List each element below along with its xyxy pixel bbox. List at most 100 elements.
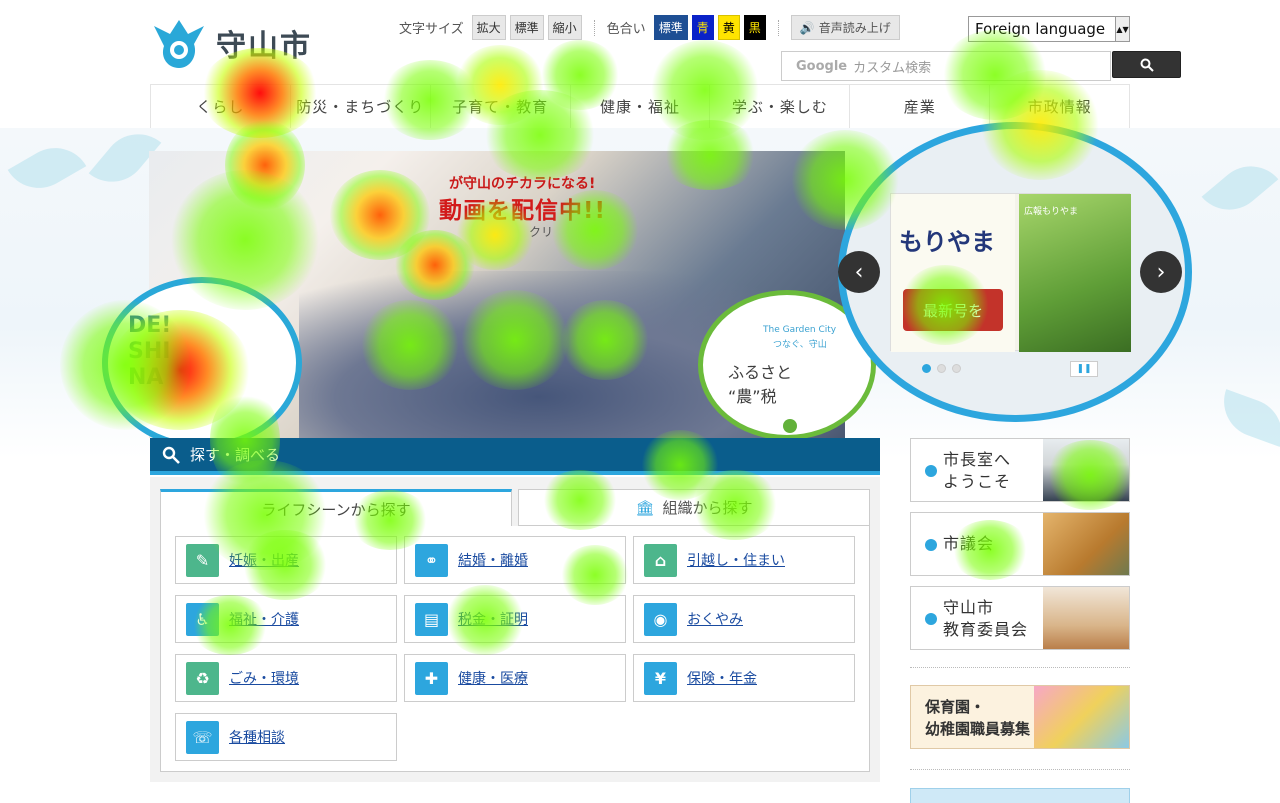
card-link[interactable]: 各種相談 [229,727,285,747]
card-link[interactable]: おくやみ [687,609,743,629]
card-link[interactable]: 引越し・住まい [687,550,785,570]
recruit-banner[interactable]: 保育園・ 幼稚園職員募集 [910,685,1130,749]
slider-dots [922,364,961,373]
language-select-value: Foreign language [975,20,1106,38]
consultation-icon: ☏ [186,720,219,754]
card-link[interactable]: 保険・年金 [687,668,757,688]
card-insurance[interactable]: ¥ 保険・年金 [633,654,855,702]
slider-pause-button[interactable]: ❚❚ [1070,361,1098,377]
council-banner[interactable]: 市議会 [910,512,1130,576]
hero-subtitle: クリ [529,225,554,239]
chevron-down-icon: ▲▼ [1115,17,1129,41]
card-welfare[interactable]: ♿ 福祉・介護 [175,595,397,643]
couple-icon: ⚭ [415,543,448,577]
language-select[interactable]: Foreign language ▲▼ [968,16,1130,42]
card-link[interactable]: 妊娠・出産 [229,550,299,570]
color-yellow-button[interactable]: 黄 [717,15,740,40]
house-icon: ⌂ [644,543,677,577]
card-health[interactable]: ✚ 健康・医療 [404,654,626,702]
tab-label: 組織から探す [662,499,753,517]
chevron-right-icon: › [1156,259,1166,285]
card-link[interactable]: 税金・証明 [458,609,528,629]
card-marriage[interactable]: ⚭ 結婚・離婚 [404,536,626,584]
voice-reader-label: 音声読み上げ [818,21,891,35]
slider-prev-button[interactable]: ‹ [838,251,880,293]
campaign-text-line: DE! [128,313,172,338]
chevron-left-icon: ‹ [854,259,864,285]
global-nav: くらし 防災・まちづくり 子育て・教育 健康・福祉 学ぶ・楽しむ 産業 市政情報 [150,84,1131,128]
organization-icon: 🏛 [635,498,655,517]
find-section-title: 探す・調べる [190,446,281,464]
search-icon [162,446,180,464]
mayor-banner[interactable]: 市長室へ ようこそ [910,438,1130,502]
education-board-banner[interactable]: 守山市 教育委員会 [910,586,1130,650]
campaign-circle-banner[interactable]: DE! SHI NA [102,277,302,449]
search-icon [1140,58,1154,72]
campaign-text-line: SHI [128,339,171,364]
slider-dot[interactable] [952,364,961,373]
voice-reader-button[interactable]: 🔊 音声読み上げ [790,15,900,40]
card-bereavement[interactable]: ◉ おくやみ [633,595,855,643]
classroom-photo [1043,587,1129,649]
children-photo [1034,686,1129,748]
play-icon [925,613,937,625]
card-garbage[interactable]: ♻ ごみ・環境 [175,654,397,702]
recruit-banner-text: 保育園・ 幼稚園職員募集 [925,698,1031,738]
tab-life-scene[interactable]: ライフシーンから探す [160,489,512,527]
nav-item-childcare[interactable]: 子育て・教育 [429,85,570,128]
council-photo [1043,513,1129,575]
card-link[interactable]: ごみ・環境 [229,668,299,688]
card-link[interactable]: 福祉・介護 [229,609,299,629]
color-blue-button[interactable]: 青 [691,15,714,40]
search-button[interactable] [1112,51,1181,78]
campaign-text-line: NA [128,365,164,390]
info-banner[interactable] [910,788,1130,803]
color-black-button[interactable]: 黒 [743,15,766,40]
card-moving[interactable]: ⌂ 引越し・住まい [633,536,855,584]
hero-tagline: が守山のチカラになる! [449,176,596,192]
nav-item-living[interactable]: くらし [150,85,290,128]
site-name: 守山市 [216,29,312,64]
tab-label: ライフシーンから探す [261,501,411,519]
portrait-icon: ◉ [644,602,677,636]
tab-organization[interactable]: 🏛 組織から探す [518,489,870,526]
nav-item-learning[interactable]: 学ぶ・楽しむ [709,85,849,128]
slider-dot[interactable] [937,364,946,373]
hero-title: 動画を配信中!! [439,198,606,224]
play-icon [783,419,797,433]
garden-city-sub: つなぐ、守山 [773,340,827,350]
education-banner-text: 守山市 教育委員会 [943,598,1029,639]
slider-slide[interactable]: もりやま 最新号を 広報もりやま [890,193,1131,352]
document-icon: ▤ [415,602,448,636]
search-input[interactable]: Google カスタム検索 [781,51,1111,81]
nav-item-disaster[interactable]: 防災・まちづくり [289,85,430,128]
text-size-large-button[interactable]: 拡大 [471,15,506,40]
furusato-title-2: “農”税 [728,387,777,406]
card-tax[interactable]: ▤ 税金・証明 [404,595,626,643]
site-logo[interactable]: 守山市 [150,16,312,70]
mayor-banner-text: 市長室へ ようこそ [943,450,1012,491]
card-link[interactable]: 結婚・離婚 [458,550,528,570]
mayor-photo [1043,439,1129,501]
slide-cover-left: もりやま 最新号を [891,194,1015,352]
wheelchair-icon: ♿ [186,602,219,636]
nav-item-health[interactable]: 健康・福祉 [569,85,710,128]
color-standard-button[interactable]: 標準 [653,15,688,40]
latest-issue-button[interactable]: 最新号を [903,289,1003,331]
card-link[interactable]: 健康・医療 [458,668,528,688]
city-emblem-icon [154,20,204,68]
search-placeholder: カスタム検索 [853,60,932,76]
text-size-small-button[interactable]: 縮小 [547,15,582,40]
card-consultation[interactable]: ☏ 各種相談 [175,713,397,761]
card-pregnancy[interactable]: ✎ 妊娠・出産 [175,536,397,584]
nav-item-industry[interactable]: 産業 [849,85,989,128]
garden-city-label: The Garden City [763,325,837,335]
slide-issue-label: 広報もりやま [1024,207,1079,217]
divider [910,769,1130,770]
slider-dot[interactable] [922,364,931,373]
text-size-standard-button[interactable]: 標準 [509,15,544,40]
search-brand: Google [796,58,848,74]
slider-next-button[interactable]: › [1140,251,1182,293]
play-icon [925,465,937,477]
divider [593,19,595,36]
